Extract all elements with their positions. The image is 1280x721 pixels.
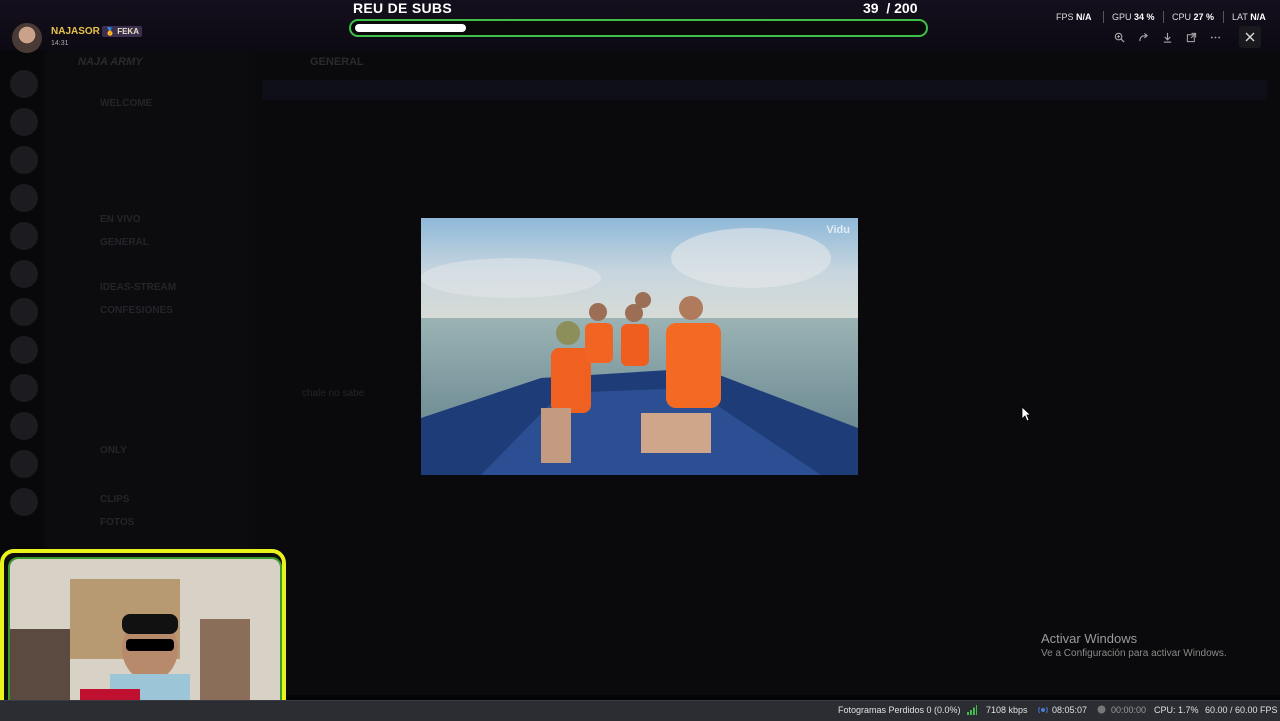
signal-icon	[967, 705, 977, 717]
divider	[1103, 11, 1104, 23]
subs-progress-fill	[355, 24, 466, 32]
server-icon[interactable]	[10, 336, 38, 364]
server-icon[interactable]	[10, 108, 38, 136]
gpu-value: 34 %	[1134, 12, 1155, 22]
stream-icon	[1038, 705, 1048, 717]
dropped-frames: Fotogramas Perdidos 0 (0.0%)	[838, 705, 961, 715]
forward-icon[interactable]	[1132, 26, 1154, 48]
subs-goal-count: 39 / 200	[863, 0, 918, 16]
channel-item[interactable]: IDEAS-STREAM	[100, 282, 176, 293]
subs-current: 39	[863, 0, 879, 16]
channel-item[interactable]: WELCOME	[100, 98, 152, 109]
server-icon[interactable]	[10, 488, 38, 516]
channel-item[interactable]: EN VIVO	[100, 214, 141, 225]
subs-goal-title: REU DE SUBS	[353, 0, 452, 16]
boat-photo	[421, 218, 858, 475]
channel-item[interactable]: GENERAL	[100, 237, 149, 248]
server-icon[interactable]	[10, 260, 38, 288]
image-viewer-toolbar	[1106, 26, 1234, 48]
webcam-frame	[0, 549, 286, 720]
gpu-label: GPU	[1112, 12, 1132, 22]
cpu-usage: CPU: 1.7%	[1154, 705, 1199, 715]
avatar	[12, 23, 42, 53]
more-icon[interactable]	[1204, 26, 1226, 48]
divider	[1223, 11, 1224, 23]
zoom-in-icon[interactable]	[1108, 26, 1130, 48]
channel-item[interactable]: CONFESIONES	[100, 305, 173, 316]
image-watermark: Vidu	[826, 224, 850, 236]
channel-item[interactable]: ONLY	[100, 445, 127, 456]
fps-stat: FPS N/A	[1056, 12, 1092, 22]
open-external-icon[interactable]	[1180, 26, 1202, 48]
windows-activation-subtitle: Ve a Configuración para activar Windows.	[1041, 648, 1227, 659]
server-icon[interactable]	[10, 298, 38, 326]
stream-time: 08:05:07	[1052, 705, 1088, 715]
record-time: 00:00:00	[1111, 705, 1147, 715]
subs-goal: 200	[894, 0, 918, 16]
cpu-value: 27 %	[1193, 12, 1215, 22]
server-icon[interactable]	[10, 412, 38, 440]
chat-channel-title: GENERAL	[310, 56, 364, 68]
channel-item[interactable]: CLIPS	[100, 494, 129, 505]
server-icon[interactable]	[10, 146, 38, 174]
subs-separator: /	[886, 0, 891, 16]
status-bar: Fotogramas Perdidos 0 (0.0%) 7108 kbps 0…	[0, 700, 1280, 721]
new-messages-banner[interactable]	[262, 80, 1267, 100]
streamer-name: NAJASOR	[51, 26, 100, 37]
cpu-stat: CPU 27 %	[1172, 12, 1214, 22]
user-badge: 🏅 FEKA	[102, 26, 142, 37]
download-icon[interactable]	[1156, 26, 1178, 48]
record-icon	[1097, 705, 1106, 716]
bitrate: 7108 kbps	[986, 705, 1028, 715]
fps-readout: 60.00 / 60.00 FPS	[1205, 705, 1278, 715]
webcam-feed	[8, 557, 282, 716]
latency-label: LAT	[1232, 12, 1248, 22]
viewer-image[interactable]: Vidu	[421, 218, 858, 475]
gpu-stat: GPU 34 %	[1112, 12, 1155, 22]
server-icon[interactable]	[10, 450, 38, 478]
subs-progress-bar	[349, 19, 928, 37]
server-icon[interactable]	[10, 70, 38, 98]
channel-item[interactable]: FOTOS	[100, 517, 134, 528]
server-icon[interactable]	[10, 184, 38, 212]
fps-value: N/A	[1076, 12, 1092, 22]
divider	[1163, 11, 1164, 23]
server-name: NAJA ARMY	[78, 56, 143, 68]
windows-activation-title: Activar Windows	[1041, 631, 1138, 646]
latency-stat: LAT N/A	[1232, 12, 1266, 22]
server-icon[interactable]	[10, 222, 38, 250]
badge-label: FEKA	[117, 27, 139, 36]
chat-message: chale no sabe	[302, 388, 365, 399]
cpu-label: CPU	[1172, 12, 1192, 22]
latency-value: N/A	[1250, 12, 1266, 22]
server-icon[interactable]	[10, 374, 38, 402]
message-time: 14:31	[51, 40, 69, 47]
fps-label: FPS	[1056, 12, 1074, 22]
mouse-cursor-icon	[1021, 406, 1032, 427]
close-icon[interactable]	[1239, 26, 1261, 48]
